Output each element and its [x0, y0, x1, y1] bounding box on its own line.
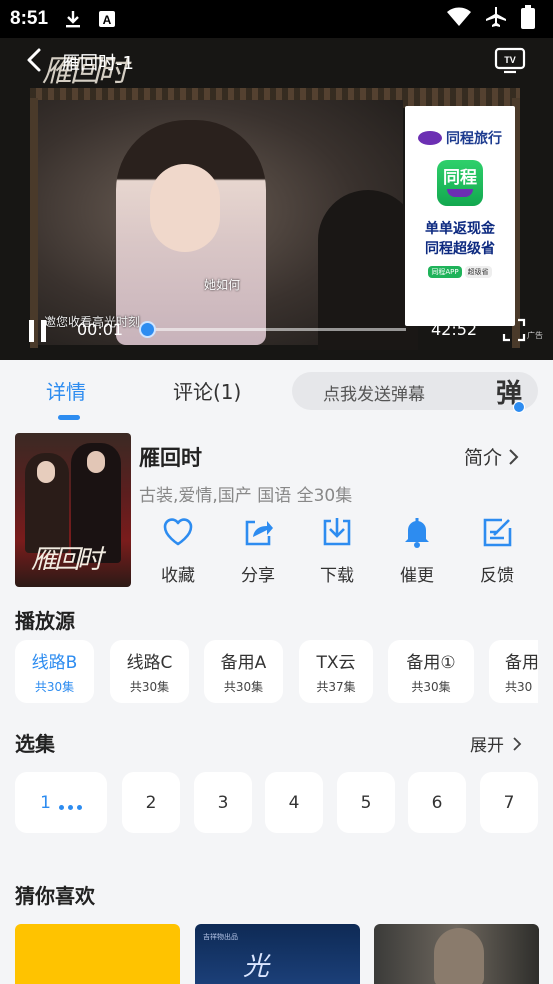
- fullscreen-button[interactable]: [502, 318, 526, 342]
- ad-line-2: 同程超级省: [425, 241, 495, 257]
- app-notification-icon: A: [98, 10, 116, 28]
- download-status-icon: [64, 10, 82, 28]
- episode-item[interactable]: 3: [194, 772, 252, 833]
- ad-footer: 同程APP 超级省: [428, 266, 492, 278]
- show-title: 雁回时: [139, 446, 202, 470]
- source-item[interactable]: 线路B 共30集: [15, 640, 94, 703]
- recommend-card[interactable]: [374, 924, 539, 984]
- chevron-right-icon: [513, 736, 522, 751]
- chevron-right-icon: [509, 448, 519, 465]
- airplane-mode-icon: [485, 6, 507, 32]
- status-time: 8:51: [10, 8, 49, 29]
- chevron-left-icon: [27, 48, 41, 72]
- expand-episodes-button[interactable]: 展开: [470, 731, 522, 756]
- video-title: 雁回时-1: [62, 53, 134, 74]
- share-icon: [245, 520, 273, 546]
- cast-tv-button[interactable]: TV: [494, 46, 526, 74]
- episode-item[interactable]: 5: [337, 772, 395, 833]
- sources-heading: 播放源: [15, 609, 75, 633]
- playing-indicator-icon: [58, 805, 82, 810]
- episode-item[interactable]: 4: [265, 772, 323, 833]
- video-subtitle: 她如何: [204, 278, 241, 292]
- source-item[interactable]: 备用A 共30集: [204, 640, 283, 703]
- danmu-check-icon: [513, 401, 525, 413]
- share-button[interactable]: 分享: [228, 515, 288, 586]
- show-poster[interactable]: 雁回时: [15, 433, 131, 587]
- source-item[interactable]: 备用 共30: [489, 640, 538, 703]
- recommend-heading: 猜你喜欢: [15, 884, 95, 908]
- episode-item[interactable]: 2: [122, 772, 180, 833]
- episode-list: 1 2 3 4 5 6 7: [15, 772, 538, 834]
- pause-button[interactable]: [29, 320, 49, 342]
- svg-text:A: A: [103, 13, 112, 27]
- source-item[interactable]: 线路C 共30集: [110, 640, 189, 703]
- download-icon: [323, 518, 351, 546]
- tab-comments[interactable]: 评论(1): [173, 376, 241, 405]
- pause-icon: [29, 320, 34, 342]
- tab-bar: 详情 评论(1) 点我发送弹幕 弹: [0, 360, 553, 422]
- tv-icon: TV: [494, 47, 526, 74]
- poster-title: 雁回时: [31, 545, 103, 575]
- intro-button[interactable]: 简介: [464, 443, 520, 470]
- video-player[interactable]: 雁回时 雁回时-1 TV 她如何 同程旅行 同程 单单返现金 同程超级省 同程A…: [0, 38, 553, 360]
- fullscreen-icon: [502, 318, 526, 342]
- bell-icon: [405, 518, 429, 548]
- ad-app-icon: 同程: [437, 160, 483, 206]
- source-list: 线路B 共30集 线路C 共30集 备用A 共30集 TX云 共37集 备用① …: [15, 640, 538, 704]
- progress-handle[interactable]: [139, 321, 156, 338]
- danmu-input[interactable]: 点我发送弹幕 弹: [292, 372, 538, 413]
- back-button[interactable]: [22, 46, 50, 74]
- battery-icon: [521, 5, 535, 33]
- ad-brand: 同程旅行: [418, 128, 502, 148]
- current-time: 00:01: [77, 320, 124, 339]
- svg-text:TV: TV: [504, 55, 516, 65]
- tab-indicator: [58, 415, 80, 420]
- recommend-list: 吉祥物出品 光: [15, 924, 539, 984]
- download-button[interactable]: 下载: [307, 515, 367, 586]
- feedback-button[interactable]: 反馈: [467, 515, 527, 586]
- video-frame: [38, 100, 418, 350]
- favorite-button[interactable]: 收藏: [148, 515, 208, 586]
- feedback-icon: [483, 518, 512, 547]
- danmu-placeholder: 点我发送弹幕: [323, 385, 425, 405]
- ad-line-1: 单单返现金: [425, 221, 495, 237]
- recommend-card[interactable]: 吉祥物出品 光: [195, 924, 360, 984]
- status-bar: 8:51 A: [0, 0, 553, 38]
- wifi-icon: [447, 7, 471, 31]
- source-item[interactable]: 备用① 共30集: [388, 640, 474, 703]
- request-update-button[interactable]: 催更: [387, 515, 447, 586]
- source-item[interactable]: TX云 共37集: [299, 640, 373, 703]
- progress-bar[interactable]: [139, 321, 406, 338]
- episodes-heading: 选集: [15, 732, 55, 756]
- heart-icon: [163, 518, 193, 546]
- ad-label: 广告: [527, 331, 543, 340]
- show-meta: 古装,爱情,国产 国语 全30集: [139, 486, 353, 506]
- ad-brand-logo-icon: [418, 131, 442, 145]
- action-row: 收藏 分享 下载 催更 反馈: [139, 515, 539, 587]
- duration: 42:52: [431, 320, 478, 339]
- episode-item[interactable]: 6: [408, 772, 466, 833]
- tab-details[interactable]: 详情: [46, 376, 86, 405]
- episode-item[interactable]: 7: [480, 772, 538, 833]
- episode-item[interactable]: 1: [15, 772, 107, 833]
- recommend-card[interactable]: [15, 924, 180, 984]
- ad-banner[interactable]: 同程旅行 同程 单单返现金 同程超级省 同程APP 超级省: [405, 106, 515, 326]
